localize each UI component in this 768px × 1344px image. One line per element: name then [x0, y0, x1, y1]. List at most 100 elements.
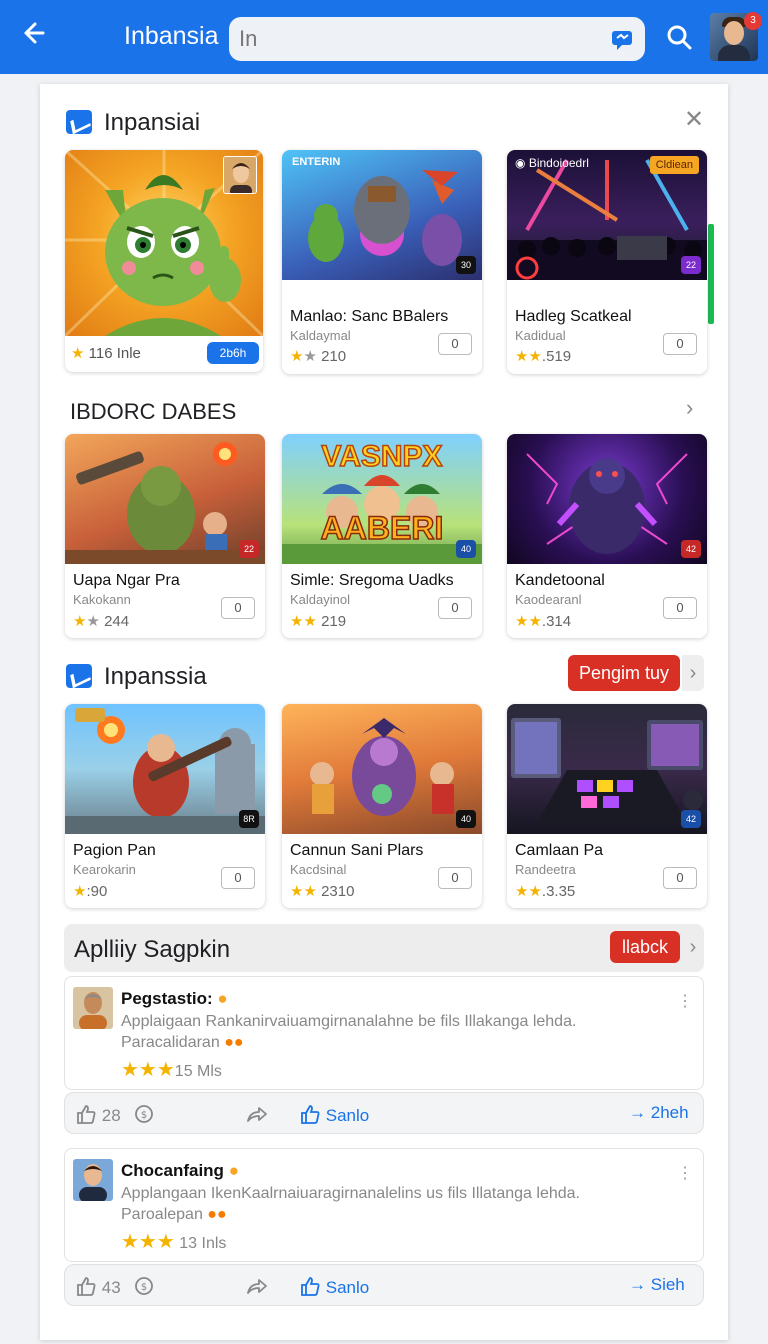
game-title: Hadleg Scatkeal [515, 308, 632, 325]
top-app-bar: Inbansia 3 [0, 0, 768, 74]
post-avatar[interactable] [73, 987, 113, 1029]
search-input[interactable] [239, 23, 599, 55]
age-badge: 8R [239, 810, 259, 828]
download-count[interactable]: 0 [221, 867, 255, 889]
featured-tag[interactable]: 2b6h [207, 342, 259, 364]
game-card[interactable]: 42 Camlaan Pa Randeetra ★★.3.35 0 [507, 704, 707, 908]
game-card[interactable]: ENTERIN 30 Manlao: Sanc BBalers Kaldayma… [282, 150, 482, 374]
game-thumbnail: 22 [65, 434, 265, 564]
reward-icon[interactable]: $ [133, 1103, 155, 1130]
game-logo-text: AABERI [320, 509, 444, 547]
endorse-button[interactable]: Sanlo [299, 1103, 369, 1130]
section3-title: Inpanssia [104, 663, 207, 690]
svg-text:$: $ [141, 1110, 147, 1121]
endorse-button[interactable]: Sanlo [299, 1275, 369, 1302]
scrollbar[interactable] [708, 224, 714, 324]
post-action-bar: 28 $ Sanlo → 2heh [64, 1092, 704, 1134]
age-badge: 40 [456, 540, 476, 558]
thumbs-up-icon [75, 1275, 97, 1302]
game-rating: ★★ 2310 [290, 883, 355, 900]
activity-post: Chocanfaing ● Applangaan IkenKaalrnaiuar… [64, 1148, 704, 1262]
emoji-icon: ●● [224, 1034, 244, 1051]
age-badge: 22 [681, 256, 701, 274]
activity-action-button[interactable]: llabck [610, 931, 680, 963]
game-developer: Kaldaymal [290, 328, 351, 343]
post-avatar[interactable] [73, 1159, 113, 1201]
reward-icon[interactable]: $ [133, 1275, 155, 1302]
post-author: Pegstastio: ● [121, 989, 228, 1008]
game-card[interactable]: 42 Kandetoonal Kaodearanl ★★.314 0 [507, 434, 707, 638]
age-badge: 22 [239, 540, 259, 558]
thumbs-up-icon [299, 1275, 321, 1302]
download-count[interactable]: 0 [663, 333, 697, 355]
section-icon [66, 110, 92, 134]
close-icon[interactable]: ✕ [684, 108, 704, 132]
game-rating: ★★ 244 [73, 613, 130, 630]
featured-section-title: Inpansiai [104, 109, 201, 136]
game-developer: Kadidual [515, 328, 566, 343]
game-title: Simle: Sregoma Uadks [290, 572, 454, 589]
arrow-left-icon[interactable] [14, 18, 50, 54]
featured-game-card[interactable]: ★ 116 Inle 2b6h [65, 150, 263, 372]
more-vertical-icon[interactable]: ⋮ [677, 1163, 693, 1183]
section3-action-button[interactable]: Pengim tuy [568, 655, 680, 691]
emoji-icon: ● [217, 989, 228, 1008]
notification-badge: 3 [744, 12, 762, 30]
featured-game-thumbnail [65, 150, 263, 336]
download-count[interactable]: 0 [663, 597, 697, 619]
game-title: Pagion Pan [73, 842, 156, 859]
chevron-right-icon[interactable]: › [682, 931, 704, 963]
creator-avatar [223, 156, 257, 194]
game-thumbnail: ◉ Bindoioedrl Cldiean 22 [507, 150, 707, 280]
message-icon[interactable] [609, 26, 635, 52]
activity-post: Pegstastio: ● Applaigaan Rankanirvaiuamg… [64, 976, 704, 1090]
share-icon[interactable] [245, 1275, 269, 1302]
download-count[interactable]: 0 [438, 867, 472, 889]
age-badge: 40 [456, 810, 476, 828]
game-card[interactable]: 40 Cannun Sani Plars Kacdsinal ★★ 2310 0 [282, 704, 482, 908]
game-thumbnail: VASNPX AABERI 40 [282, 434, 482, 564]
game-title: Uapa Ngar Pra [73, 572, 180, 589]
thumbs-up-icon [299, 1103, 321, 1130]
view-more-link[interactable]: → Sieh [629, 1275, 685, 1295]
post-author: Chocanfaing ● [121, 1161, 239, 1180]
game-card[interactable]: 22 Uapa Ngar Pra Kakokann ★★ 244 0 [65, 434, 265, 638]
like-button[interactable]: 43 [75, 1275, 121, 1302]
game-title: Manlao: Sanc BBalers [290, 308, 449, 325]
game-brand: ENTERIN [292, 156, 341, 168]
post-body: Applaigaan Rankanirvaiuamgirnanalahne be… [121, 1013, 577, 1051]
post-rating: ★★★15 Mls [121, 1059, 222, 1081]
game-thumbnail: ENTERIN 30 [282, 150, 482, 280]
download-count[interactable]: 0 [438, 333, 472, 355]
more-vertical-icon[interactable]: ⋮ [677, 991, 693, 1011]
game-rating: ★★.314 [515, 613, 572, 630]
game-rating: ★★ 210 [290, 348, 347, 365]
chevron-right-icon[interactable]: › [686, 397, 693, 419]
game-card[interactable]: ◉ Bindoioedrl Cldiean 22 Hadleg Scatkeal… [507, 150, 707, 374]
chevron-right-icon[interactable]: › [682, 655, 704, 691]
game-title: Cannun Sani Plars [290, 842, 424, 859]
age-badge: 30 [456, 256, 476, 274]
game-brand: ◉ Bindoioedrl [515, 156, 589, 170]
thumbs-up-icon [75, 1103, 97, 1130]
age-badge: 42 [681, 540, 701, 558]
share-icon[interactable] [245, 1103, 269, 1130]
download-count[interactable]: 0 [438, 597, 472, 619]
game-thumbnail: 40 [282, 704, 482, 834]
like-button[interactable]: 28 [75, 1103, 121, 1130]
game-logo-text: VASNPX [321, 439, 444, 474]
search-icon[interactable] [664, 22, 694, 52]
game-developer: Kaldayinol [290, 592, 350, 607]
svg-text:$: $ [141, 1282, 147, 1293]
view-more-link[interactable]: → 2heh [629, 1103, 689, 1123]
post-action-bar: 43 $ Sanlo → Sieh [64, 1264, 704, 1306]
activity-header: Aplliiy Sagpkin [64, 924, 704, 972]
game-logo-icon [75, 708, 105, 722]
download-count[interactable]: 0 [663, 867, 697, 889]
download-count[interactable]: 0 [221, 597, 255, 619]
game-card[interactable]: 8R Pagion Pan Kearokarin ★:90 0 [65, 704, 265, 908]
emoji-icon: ●● [207, 1206, 227, 1223]
game-card[interactable]: VASNPX AABERI 40 Simle: Sregoma Uadks Ka… [282, 434, 482, 638]
game-thumbnail: 42 [507, 704, 707, 834]
search-bar[interactable] [229, 17, 645, 61]
